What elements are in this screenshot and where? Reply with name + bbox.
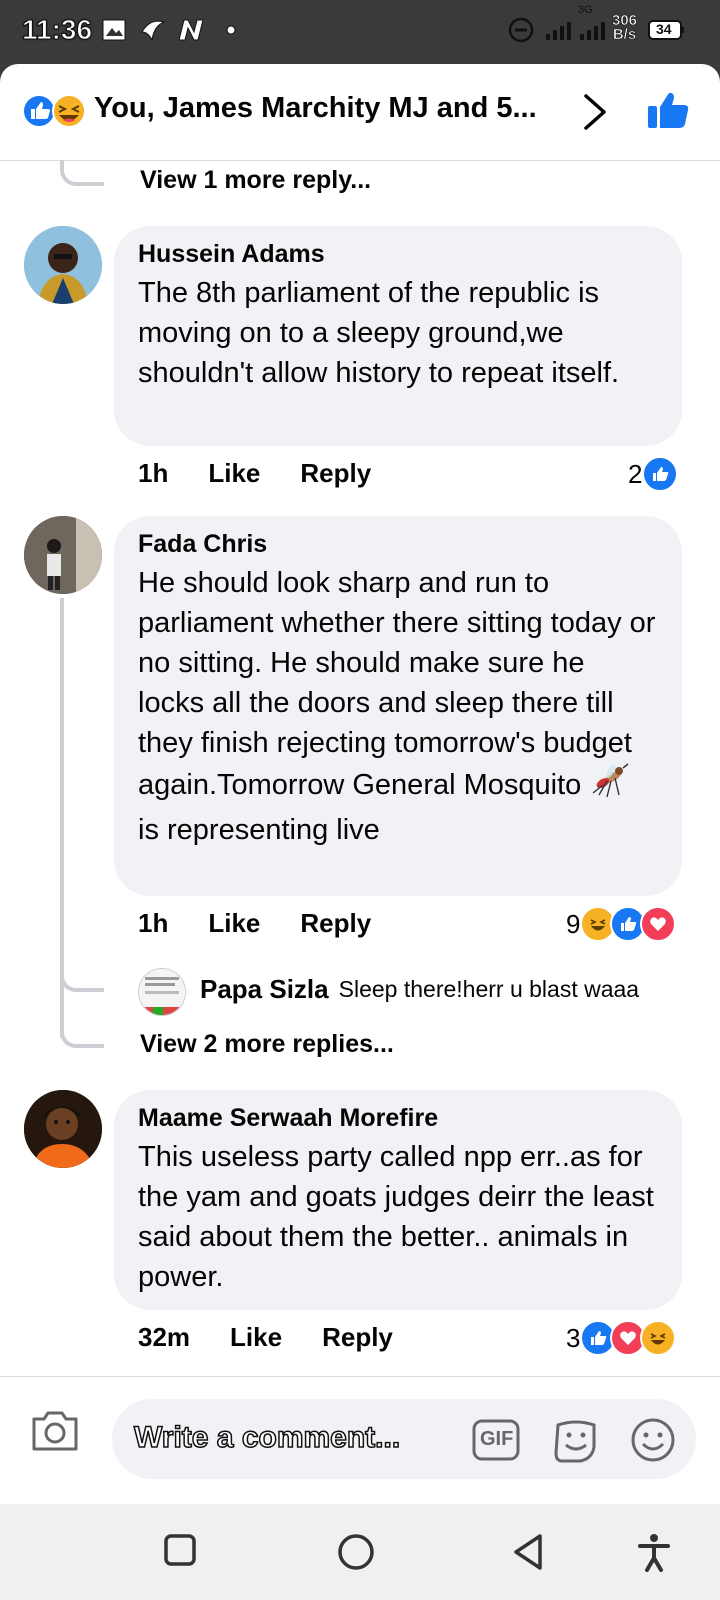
like-button[interactable]: Like <box>208 908 260 939</box>
avatar[interactable] <box>138 968 186 1016</box>
like-button[interactable]: Like <box>208 458 260 489</box>
comment-actions: 1h Like Reply <box>138 458 411 489</box>
reaction-count: 9 <box>566 908 581 939</box>
like-reaction-icon <box>642 456 679 492</box>
n-app-icon <box>176 18 206 42</box>
comment-time[interactable]: 32m <box>138 1322 190 1353</box>
reaction-count: 3 <box>566 1322 581 1353</box>
like-button[interactable]: Like <box>230 1322 282 1353</box>
header-reaction-icons <box>22 93 86 129</box>
reaction-summary[interactable]: 9 <box>566 906 677 942</box>
thread-connector <box>60 1010 104 1048</box>
signal-icon-1 <box>544 18 574 42</box>
system-nav-bar <box>0 1504 720 1600</box>
comment-text: This useless party called npp err..as fo… <box>138 1141 662 1293</box>
comment-composer: Write a comment... GIF <box>0 1376 720 1504</box>
reaction-summary[interactable]: 2 <box>628 456 679 492</box>
comment-text: The 8th parliament of the republic is mo… <box>138 277 620 389</box>
back-icon[interactable] <box>510 1532 546 1577</box>
reply-button[interactable]: Reply <box>322 1322 393 1353</box>
view-more-replies-link[interactable]: View 2 more replies... <box>140 1030 394 1059</box>
thumbs-up-icon[interactable] <box>646 88 690 137</box>
reply-author[interactable]: Papa Sizla <box>200 974 329 1005</box>
comment-bubble[interactable]: Hussein Adams The 8th parliament of the … <box>114 226 682 446</box>
love-reaction-icon <box>640 906 677 942</box>
chevron-right-icon[interactable] <box>582 92 608 137</box>
comment-author[interactable]: Hussein Adams <box>138 240 658 269</box>
comment-author[interactable]: Maame Serwaah Morefire <box>138 1104 658 1133</box>
comment-text: He should look sharp and run to parliame… <box>138 567 664 846</box>
reaction-summary[interactable]: 3 <box>566 1320 677 1356</box>
reply-text: Sleep there!herr u blast waaa <box>338 976 640 1002</box>
status-bar: 11:36 3G 306 B/s 34 <box>0 0 720 64</box>
view-more-replies-link[interactable]: View 1 more reply... <box>140 166 371 195</box>
comment-time[interactable]: 1h <box>138 458 168 489</box>
thread-connector <box>60 960 104 992</box>
battery-icon: 34 <box>648 18 686 42</box>
comments-sheet: You, James Marchity MJ and 5... View 1 m… <box>0 64 720 1504</box>
comment-actions: 1h Like Reply <box>138 908 411 939</box>
comment-author[interactable]: Fada Chris <box>138 530 658 559</box>
avatar[interactable] <box>24 516 102 594</box>
comment-placeholder: Write a comment... <box>133 1420 401 1455</box>
avatar[interactable] <box>24 226 102 304</box>
comment-bubble[interactable]: Fada Chris He should look sharp and run … <box>114 516 682 896</box>
header-title[interactable]: You, James Marchity MJ and 5... <box>94 92 537 125</box>
comment-actions: 32m Like Reply <box>138 1322 433 1353</box>
gif-icon[interactable]: GIF <box>472 1419 522 1466</box>
more-notifications-dot <box>226 18 236 42</box>
home-icon[interactable] <box>336 1532 376 1577</box>
app-notification-icon <box>140 18 166 42</box>
sticker-icon[interactable] <box>552 1417 600 1470</box>
reactions-header[interactable]: You, James Marchity MJ and 5... <box>0 64 720 161</box>
recent-apps-icon[interactable] <box>162 1532 198 1573</box>
comment-input[interactable]: Write a comment... GIF <box>112 1399 696 1479</box>
mosquito-emoji <box>589 763 629 810</box>
emoji-icon[interactable] <box>630 1417 676 1468</box>
haha-reaction-icon <box>640 1320 677 1356</box>
nested-reply[interactable]: Papa Sizla Sleep there!herr u blast waaa <box>200 974 639 1005</box>
signal-icon-2: 3G <box>578 4 608 42</box>
network-speed: 306 B/s <box>612 12 638 43</box>
comment-time[interactable]: 1h <box>138 908 168 939</box>
accessibility-icon[interactable] <box>636 1532 672 1577</box>
reply-button[interactable]: Reply <box>300 458 371 489</box>
status-time: 11:36 <box>21 14 93 46</box>
reply-button[interactable]: Reply <box>300 908 371 939</box>
camera-icon[interactable] <box>30 1407 80 1458</box>
gallery-icon <box>102 18 126 42</box>
reaction-count: 2 <box>628 458 643 489</box>
comment-bubble[interactable]: Maame Serwaah Morefire This useless part… <box>114 1090 682 1310</box>
avatar[interactable] <box>24 1090 102 1168</box>
thread-connector <box>60 160 104 186</box>
dnd-icon <box>508 17 534 43</box>
